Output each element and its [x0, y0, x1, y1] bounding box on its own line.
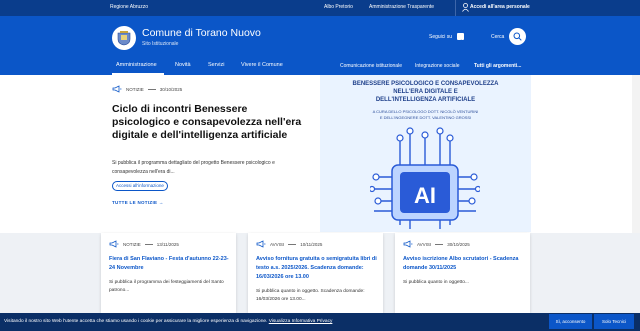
meta-separator — [435, 243, 444, 245]
top-bar: Regione Abruzzo Albo Pretorio Amministra… — [0, 0, 640, 16]
card-description: Si pubblica quanto in oggetto. Scadenza … — [256, 289, 365, 302]
site-title[interactable]: Comune di Torano Nuovo — [142, 27, 261, 39]
main-nav: Amministrazione Novità Servizi Vivere il… — [0, 58, 640, 75]
accept-cookies-button[interactable]: Sì, acconsento — [549, 314, 592, 329]
card-category: AVVISI — [270, 241, 285, 247]
chip-label: AI — [414, 183, 436, 208]
nav-topic-integrazione[interactable]: Integrazione sociale — [415, 63, 459, 69]
all-news-label: TUTTE LE NOTIZIE — [112, 200, 158, 205]
site-header — [0, 16, 640, 58]
card-description: Si pubblica quanto in oggetto... — [403, 280, 469, 285]
hero-category: NOTIZIE — [126, 86, 144, 92]
card-date: 10/11/2025 — [300, 241, 323, 247]
search-label: Cerca — [491, 34, 505, 40]
all-news-link[interactable]: TUTTE LE NOTIZIE → — [112, 200, 164, 205]
search-button[interactable] — [509, 28, 526, 45]
region-link[interactable]: Regione Abruzzo — [110, 4, 148, 10]
megaphone-icon — [403, 240, 413, 248]
megaphone-icon — [256, 240, 266, 248]
megaphone-icon — [112, 85, 122, 93]
coat-of-arms-icon — [117, 31, 131, 46]
nav-item-novita[interactable]: Novità — [175, 62, 191, 68]
technical-cookies-button[interactable]: Solo Tecnici — [594, 314, 634, 329]
nav-item-servizi[interactable]: Servizi — [208, 62, 225, 68]
search-icon — [513, 32, 522, 41]
site-subtitle: Sito Istituzionale — [142, 41, 179, 47]
megaphone-icon — [109, 240, 119, 248]
topbar-divider — [455, 0, 456, 16]
hero-date: 30/10/2025 — [159, 86, 183, 92]
card-date: 13/11/2025 — [156, 241, 179, 247]
login-link[interactable]: Accedi all'area personale — [470, 4, 530, 10]
meta-separator — [147, 88, 156, 90]
hero-description: Si pubblica il programma dettagliato del… — [112, 160, 275, 175]
hero-meta: NOTIZIE 30/10/2025 — [112, 85, 182, 93]
hero-image[interactable]: BENESSERE PSICOLOGICO E CONSAPEVOLEZZA N… — [320, 75, 531, 232]
image-heading-line-1: BENESSERE PSICOLOGICO E CONSAPEVOLEZZA — [352, 81, 499, 87]
image-heading-line-2: NELL'ERA DIGITALE E — [393, 89, 458, 95]
image-credit-line-1: A CURA DELLO PSICOLOGO DOTT. NICOLÒ VENT… — [372, 109, 479, 114]
card-category: AVVISI — [417, 241, 432, 247]
follow-label: Seguici su — [429, 34, 453, 40]
municipality-logo[interactable] — [112, 26, 136, 50]
cookie-banner: Visitando il nostro sito Web l'utente ac… — [0, 313, 640, 331]
cookie-message: Visitando il nostro sito Web l'utente ac… — [4, 319, 268, 324]
amministrazione-trasparente-link[interactable]: Amministrazione Trasparente — [369, 4, 434, 10]
cookie-text: Visitando il nostro sito Web l'utente ac… — [4, 319, 332, 324]
card-category: NOTIZIE — [123, 241, 141, 247]
hero-tag[interactable]: Accessi all'informazione — [112, 181, 168, 191]
card-meta: AVVISI 10/11/2025 — [256, 240, 322, 248]
ai-chip-icon: AI — [370, 127, 480, 229]
news-card[interactable]: NOTIZIE 13/11/2025 Fiera di San Flaviano… — [101, 233, 236, 313]
card-date: 30/10/2025 — [447, 241, 470, 247]
nav-item-amministrazione[interactable]: Amministrazione — [116, 62, 157, 68]
hero-title[interactable]: Ciclo di incontri Benessere psicologico … — [112, 103, 302, 142]
facebook-icon[interactable] — [457, 33, 464, 46]
image-credit-line-2: E DELL'INGEGNERE DOTT. VALENTINO GROSSI — [379, 115, 472, 120]
nav-all-topics[interactable]: Tutti gli argomenti... — [474, 63, 521, 69]
meta-separator — [144, 243, 153, 245]
card-meta: AVVISI 30/10/2025 — [403, 240, 470, 248]
news-card[interactable]: AVVISI 10/11/2025 Avviso fornitura gratu… — [248, 233, 383, 313]
image-heading-line-3: DELL'INTELLIGENZA ARTIFICIALE — [375, 97, 476, 103]
card-title[interactable]: Fiera di San Flaviano - Festa d'autunno … — [109, 255, 231, 273]
privacy-policy-link[interactable]: Visualizza Informativa Privacy — [269, 319, 333, 324]
user-icon — [462, 3, 469, 12]
arrow-right-icon: → — [158, 200, 164, 205]
card-title[interactable]: Avviso fornitura gratuita o semigratuita… — [256, 255, 378, 282]
card-meta: NOTIZIE 13/11/2025 — [109, 240, 179, 248]
meta-separator — [288, 243, 297, 245]
card-description: Si pubblica il programma dei festeggiame… — [109, 280, 224, 293]
nav-topic-comunicazione[interactable]: Comunicazione istituzionale — [340, 63, 402, 69]
news-card[interactable]: AVVISI 30/10/2025 Avviso iscrizione Albo… — [395, 233, 530, 313]
nav-item-vivere-il-comune[interactable]: Vivere il Comune — [241, 62, 283, 68]
albo-pretorio-link[interactable]: Albo Pretorio — [324, 4, 353, 10]
card-title[interactable]: Avviso iscrizione Albo scrutatori - Scad… — [403, 255, 525, 273]
